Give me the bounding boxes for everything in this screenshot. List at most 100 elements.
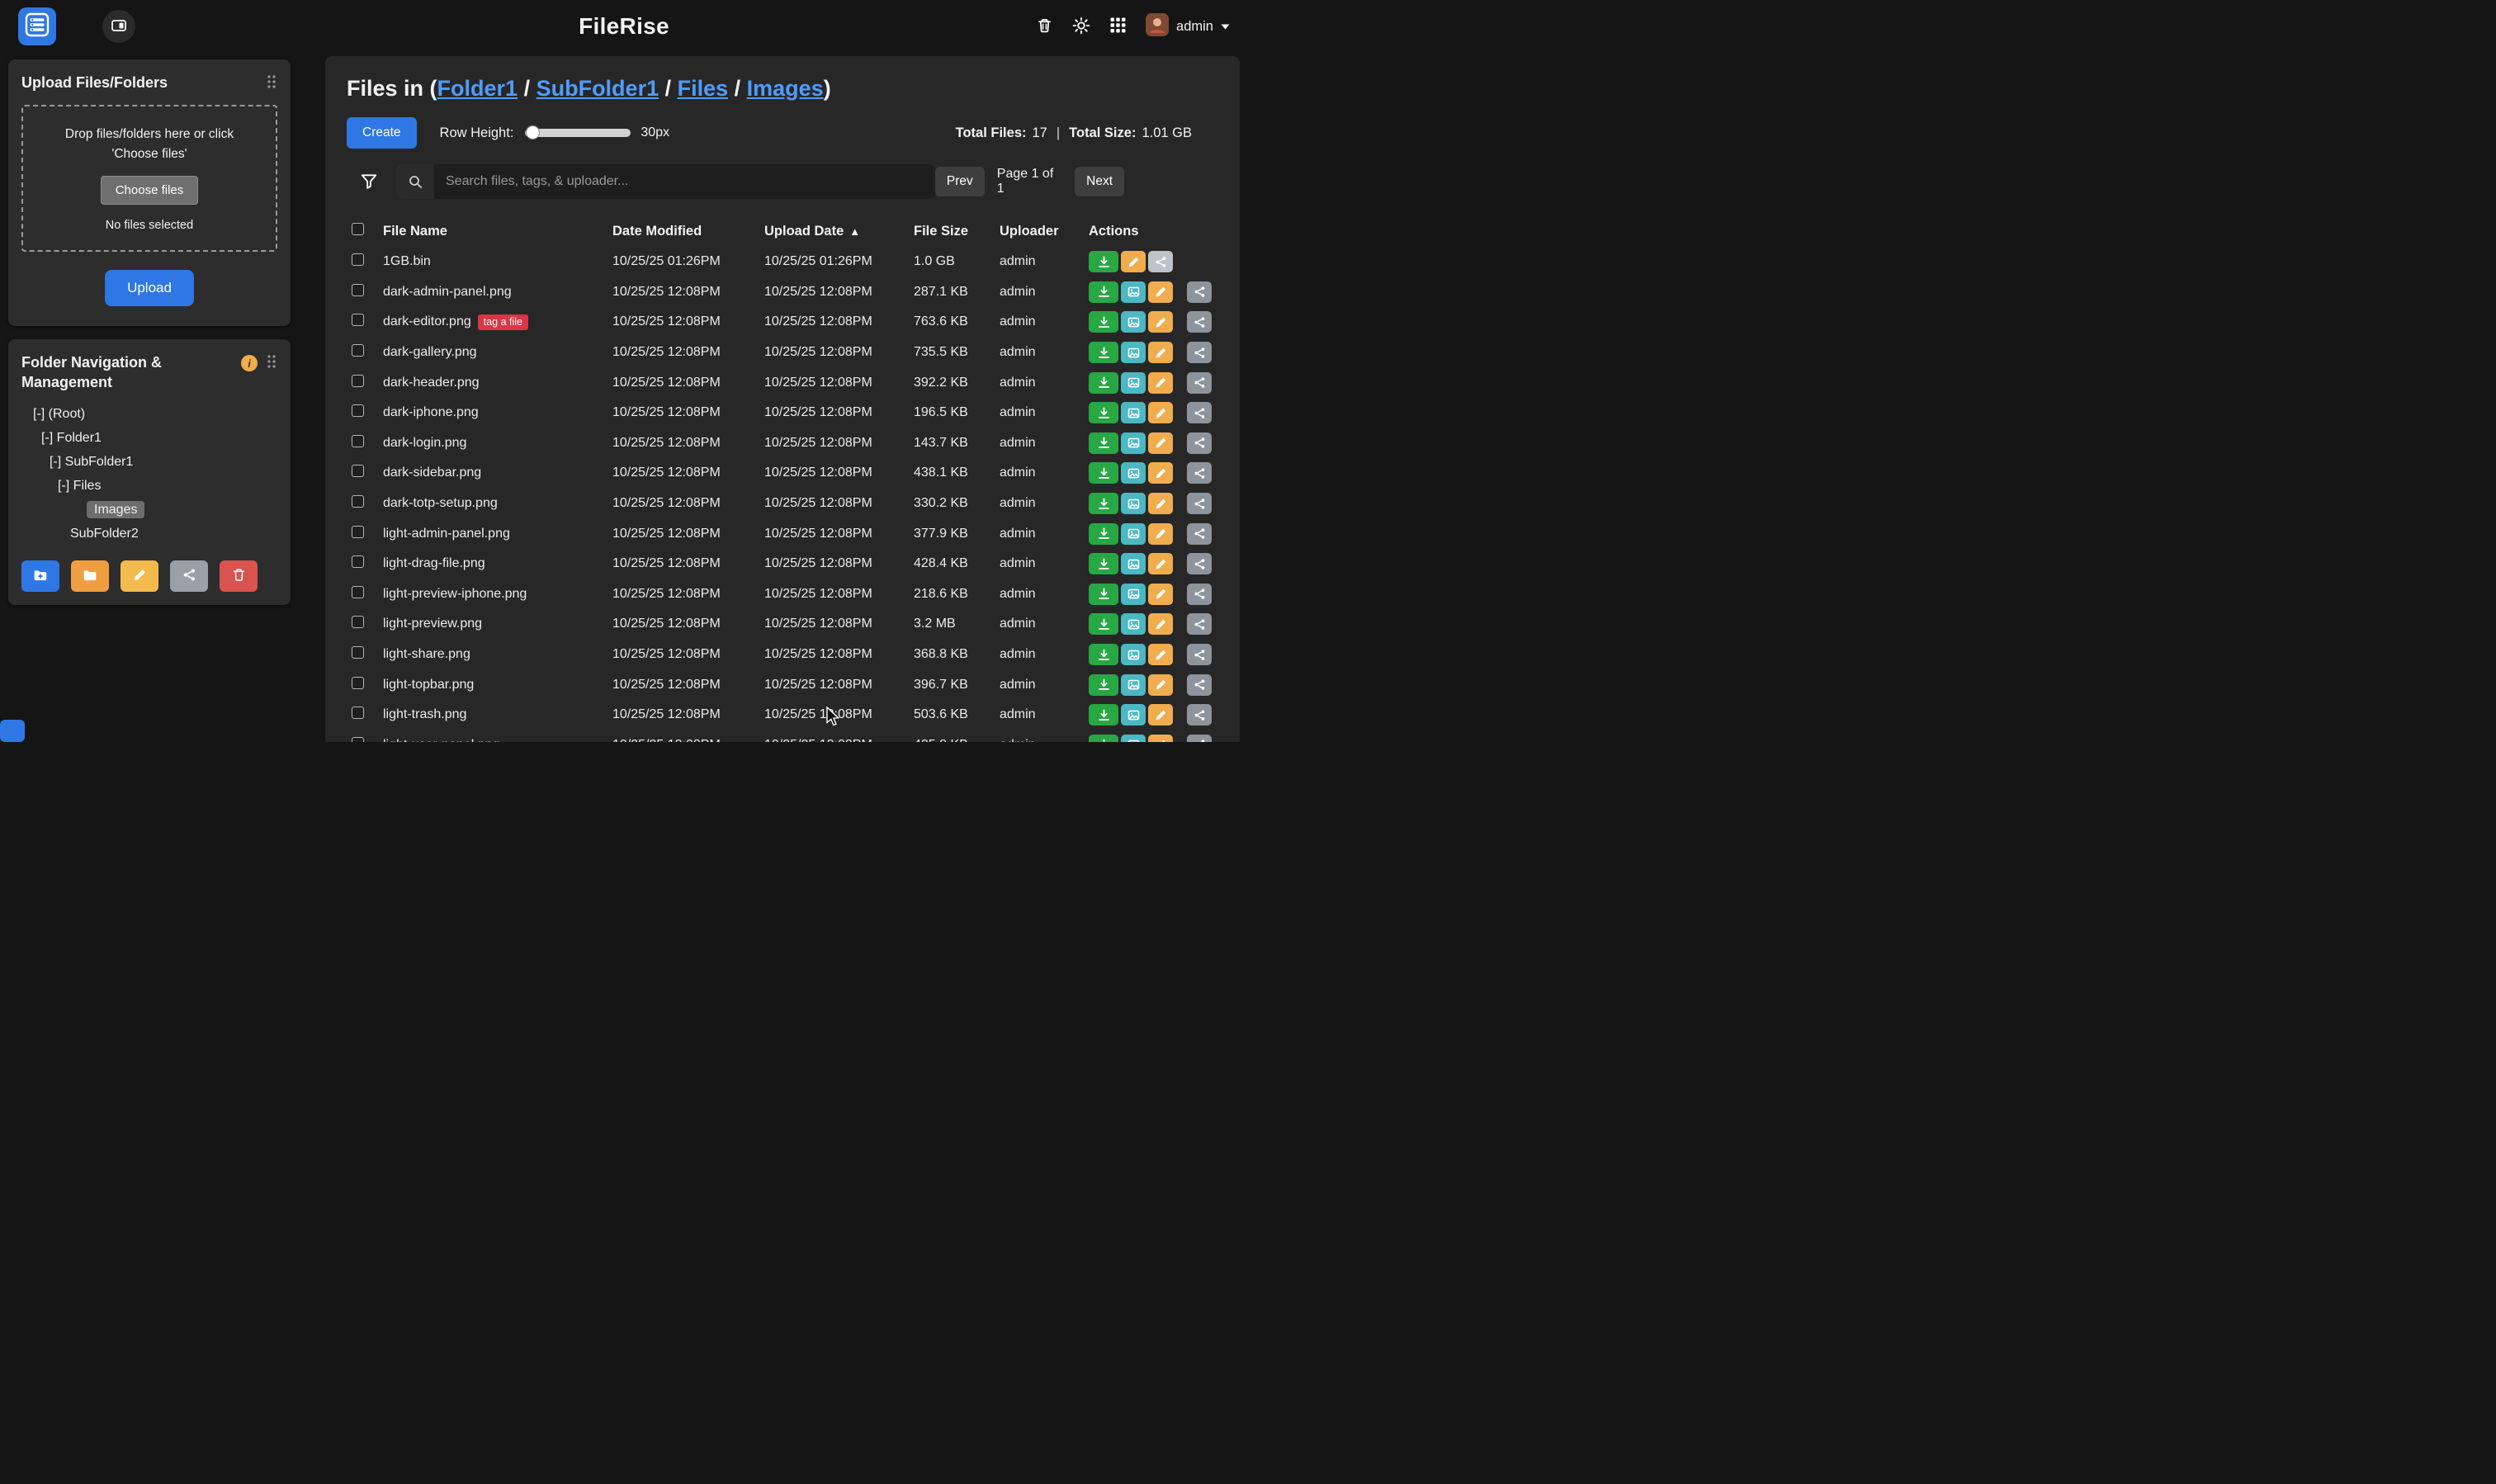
share-button[interactable] bbox=[1187, 432, 1212, 454]
choose-files-button[interactable]: Choose files bbox=[101, 176, 199, 205]
preview-button[interactable] bbox=[1121, 493, 1146, 514]
folder-button[interactable] bbox=[71, 560, 109, 592]
row-checkbox[interactable] bbox=[352, 616, 364, 628]
trash-button[interactable] bbox=[1037, 17, 1052, 36]
rename-button[interactable] bbox=[1148, 281, 1173, 303]
share-button[interactable] bbox=[1187, 613, 1212, 635]
rename-button[interactable] bbox=[1148, 584, 1173, 605]
share-folder-button[interactable] bbox=[170, 560, 208, 592]
file-name[interactable]: light-preview-iphone.png bbox=[383, 587, 527, 602]
apps-grid-button[interactable] bbox=[1110, 17, 1126, 35]
tree-item-images[interactable]: Images bbox=[21, 498, 277, 522]
search-icon[interactable] bbox=[396, 164, 434, 199]
share-button[interactable] bbox=[1187, 644, 1212, 665]
dropzone[interactable]: Drop files/folders here or click 'Choose… bbox=[21, 105, 277, 252]
rename-button[interactable] bbox=[1148, 311, 1173, 333]
preview-button[interactable] bbox=[1121, 523, 1146, 545]
share-button[interactable] bbox=[1187, 462, 1212, 484]
tree-item-subfolder1[interactable]: [-] SubFolder1 bbox=[21, 450, 277, 474]
download-button[interactable] bbox=[1089, 584, 1118, 605]
share-button[interactable] bbox=[1187, 553, 1212, 574]
tree-item-subfolder2[interactable]: SubFolder2 bbox=[21, 522, 277, 546]
download-button[interactable] bbox=[1089, 704, 1118, 725]
rename-button[interactable] bbox=[1148, 735, 1173, 742]
tree-item-files[interactable]: [-] Files bbox=[21, 474, 277, 498]
share-button[interactable] bbox=[1187, 402, 1212, 423]
row-checkbox[interactable] bbox=[352, 646, 364, 659]
share-button[interactable] bbox=[1187, 704, 1212, 725]
rename-button[interactable] bbox=[1148, 644, 1173, 665]
file-name[interactable]: dark-gallery.png bbox=[383, 345, 477, 360]
share-button[interactable] bbox=[1187, 674, 1212, 696]
row-checkbox[interactable] bbox=[352, 465, 364, 477]
download-button[interactable] bbox=[1089, 251, 1118, 272]
rename-button[interactable] bbox=[1148, 493, 1173, 514]
download-button[interactable] bbox=[1089, 342, 1118, 363]
download-button[interactable] bbox=[1089, 613, 1118, 635]
rename-button[interactable] bbox=[1121, 251, 1146, 272]
preview-button[interactable] bbox=[1121, 553, 1146, 574]
sidebar-toggle-button[interactable] bbox=[102, 10, 135, 43]
rename-button[interactable] bbox=[1148, 372, 1173, 394]
file-tag-badge[interactable]: tag a file bbox=[478, 314, 528, 330]
share-button[interactable] bbox=[1187, 281, 1212, 303]
download-button[interactable] bbox=[1089, 281, 1118, 303]
breadcrumb-subfolder1[interactable]: SubFolder1 bbox=[537, 76, 659, 101]
download-button[interactable] bbox=[1089, 493, 1118, 514]
column-header-file-size[interactable]: File Size bbox=[914, 224, 1000, 239]
rename-button[interactable] bbox=[1148, 432, 1173, 454]
preview-button[interactable] bbox=[1121, 342, 1146, 363]
theme-toggle-button[interactable] bbox=[1072, 17, 1090, 37]
preview-button[interactable] bbox=[1121, 613, 1146, 635]
file-name[interactable]: 1GB.bin bbox=[383, 254, 431, 269]
share-button[interactable] bbox=[1187, 523, 1212, 545]
breadcrumb-folder1[interactable]: Folder1 bbox=[437, 76, 518, 101]
rename-button[interactable] bbox=[1148, 704, 1173, 725]
info-icon[interactable]: i bbox=[241, 355, 258, 371]
row-checkbox[interactable] bbox=[352, 344, 364, 357]
row-checkbox[interactable] bbox=[352, 253, 364, 266]
file-name[interactable]: dark-login.png bbox=[383, 436, 466, 451]
share-button[interactable] bbox=[1187, 493, 1212, 514]
share-button[interactable] bbox=[1187, 735, 1212, 742]
column-header-uploader[interactable]: Uploader bbox=[1000, 224, 1089, 239]
filerise-logo[interactable] bbox=[18, 7, 56, 45]
preview-button[interactable] bbox=[1121, 402, 1146, 423]
file-name[interactable]: light-drag-file.png bbox=[383, 556, 485, 571]
user-menu[interactable]: admin bbox=[1146, 13, 1230, 40]
select-all-checkbox[interactable] bbox=[352, 223, 364, 235]
download-button[interactable] bbox=[1089, 372, 1118, 394]
file-name[interactable]: dark-admin-panel.png bbox=[383, 285, 512, 300]
column-header-upload-date[interactable]: Upload Date▲ bbox=[764, 224, 914, 239]
row-checkbox[interactable] bbox=[352, 677, 364, 689]
create-button[interactable]: Create bbox=[347, 117, 417, 149]
drag-handle-icon[interactable] bbox=[266, 74, 277, 93]
share-button[interactable] bbox=[1148, 251, 1173, 272]
next-page-button[interactable]: Next bbox=[1075, 167, 1124, 196]
file-name[interactable]: light-preview.png bbox=[383, 617, 482, 631]
share-button[interactable] bbox=[1187, 584, 1212, 605]
row-checkbox[interactable] bbox=[352, 707, 364, 719]
drag-handle-icon[interactable] bbox=[266, 354, 277, 373]
download-button[interactable] bbox=[1089, 735, 1118, 742]
file-name[interactable]: light-user-panel.png bbox=[383, 738, 499, 742]
download-button[interactable] bbox=[1089, 674, 1118, 696]
share-button[interactable] bbox=[1187, 311, 1212, 333]
file-name[interactable]: light-admin-panel.png bbox=[383, 527, 510, 541]
download-button[interactable] bbox=[1089, 432, 1118, 454]
delete-folder-button[interactable] bbox=[220, 560, 258, 592]
rename-button[interactable] bbox=[1148, 462, 1173, 484]
rename-button[interactable] bbox=[1148, 613, 1173, 635]
share-button[interactable] bbox=[1187, 372, 1212, 394]
file-name[interactable]: light-share.png bbox=[383, 647, 470, 662]
filter-icon[interactable] bbox=[360, 173, 378, 191]
preview-button[interactable] bbox=[1121, 432, 1146, 454]
upload-button[interactable]: Upload bbox=[105, 270, 194, 306]
create-folder-button[interactable] bbox=[21, 560, 59, 592]
rename-button[interactable] bbox=[1148, 402, 1173, 423]
preview-button[interactable] bbox=[1121, 674, 1146, 696]
breadcrumb-images[interactable]: Images bbox=[747, 76, 824, 101]
file-name[interactable]: dark-editor.png bbox=[383, 314, 471, 329]
preview-button[interactable] bbox=[1121, 281, 1146, 303]
preview-button[interactable] bbox=[1121, 311, 1146, 333]
